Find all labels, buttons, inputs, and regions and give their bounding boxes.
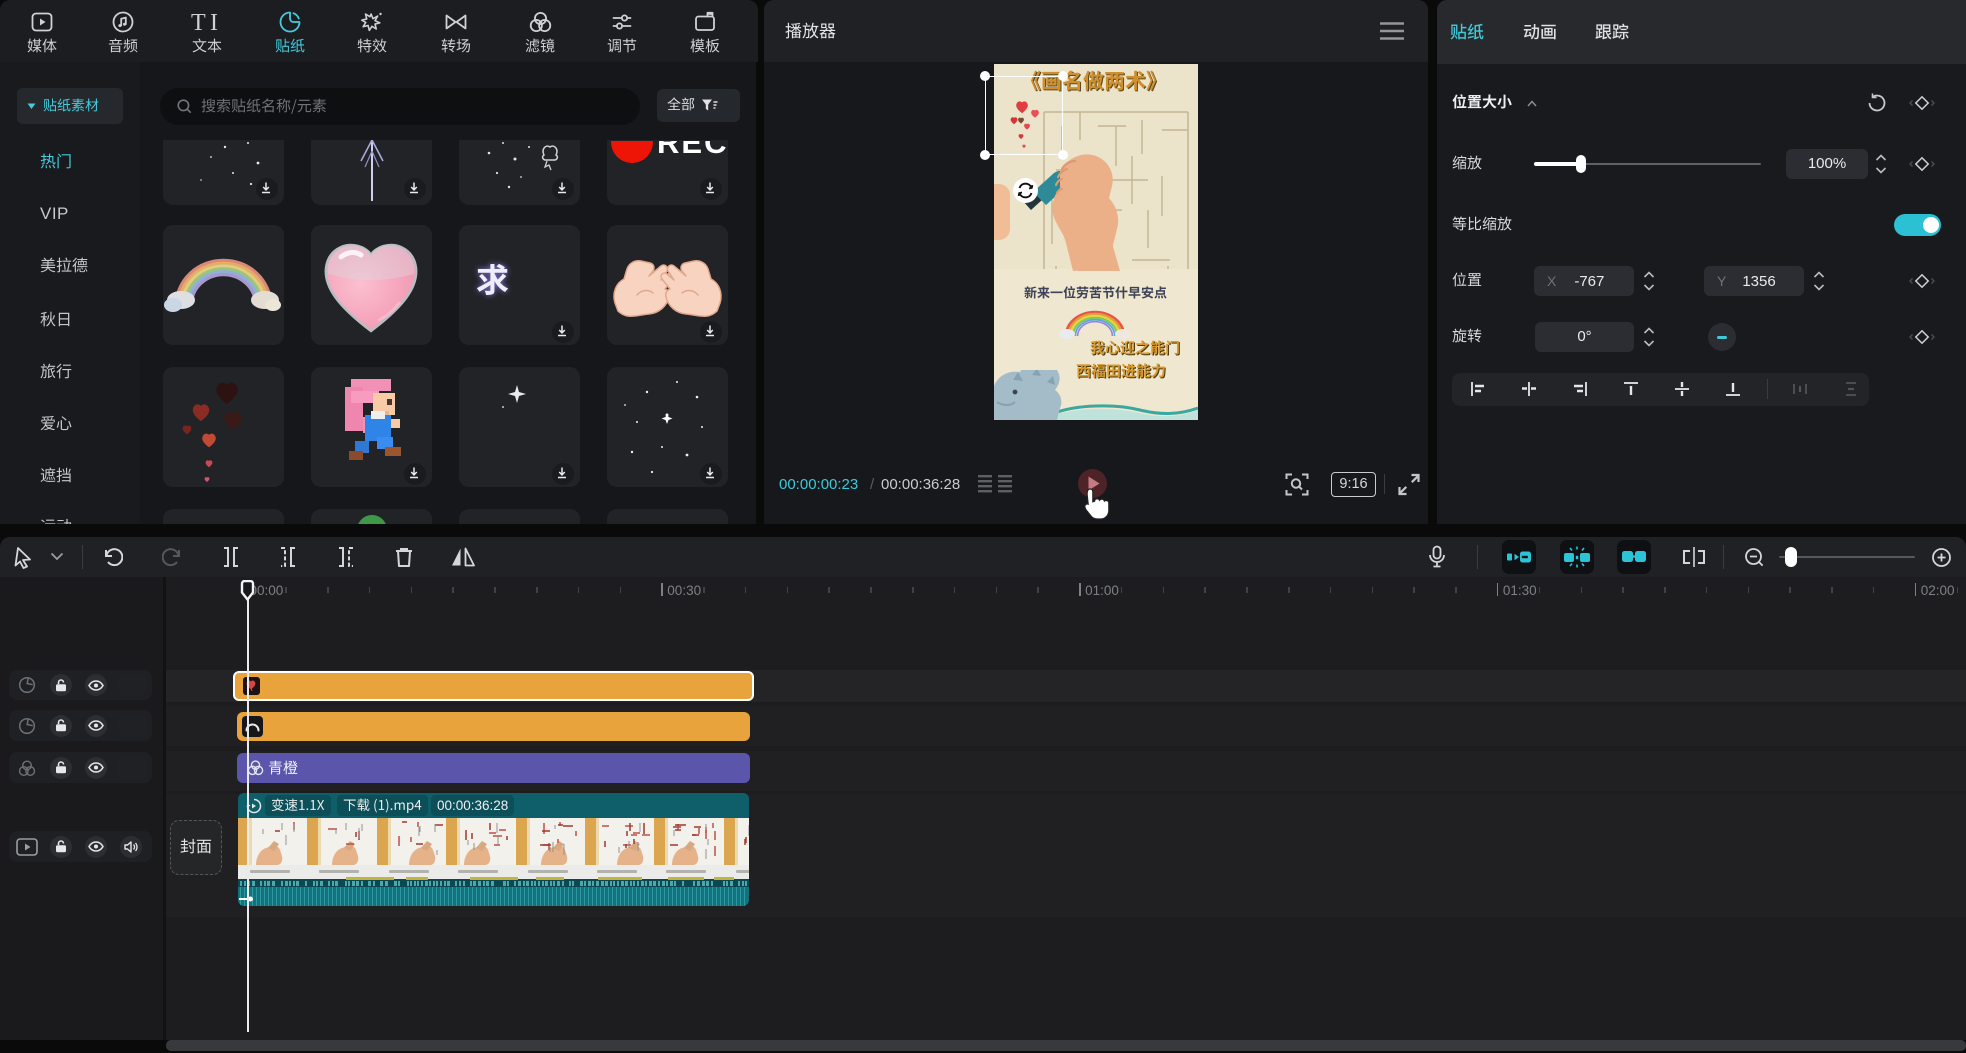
svg-text:I: I [210,10,218,35]
svg-text:T: T [191,10,206,35]
